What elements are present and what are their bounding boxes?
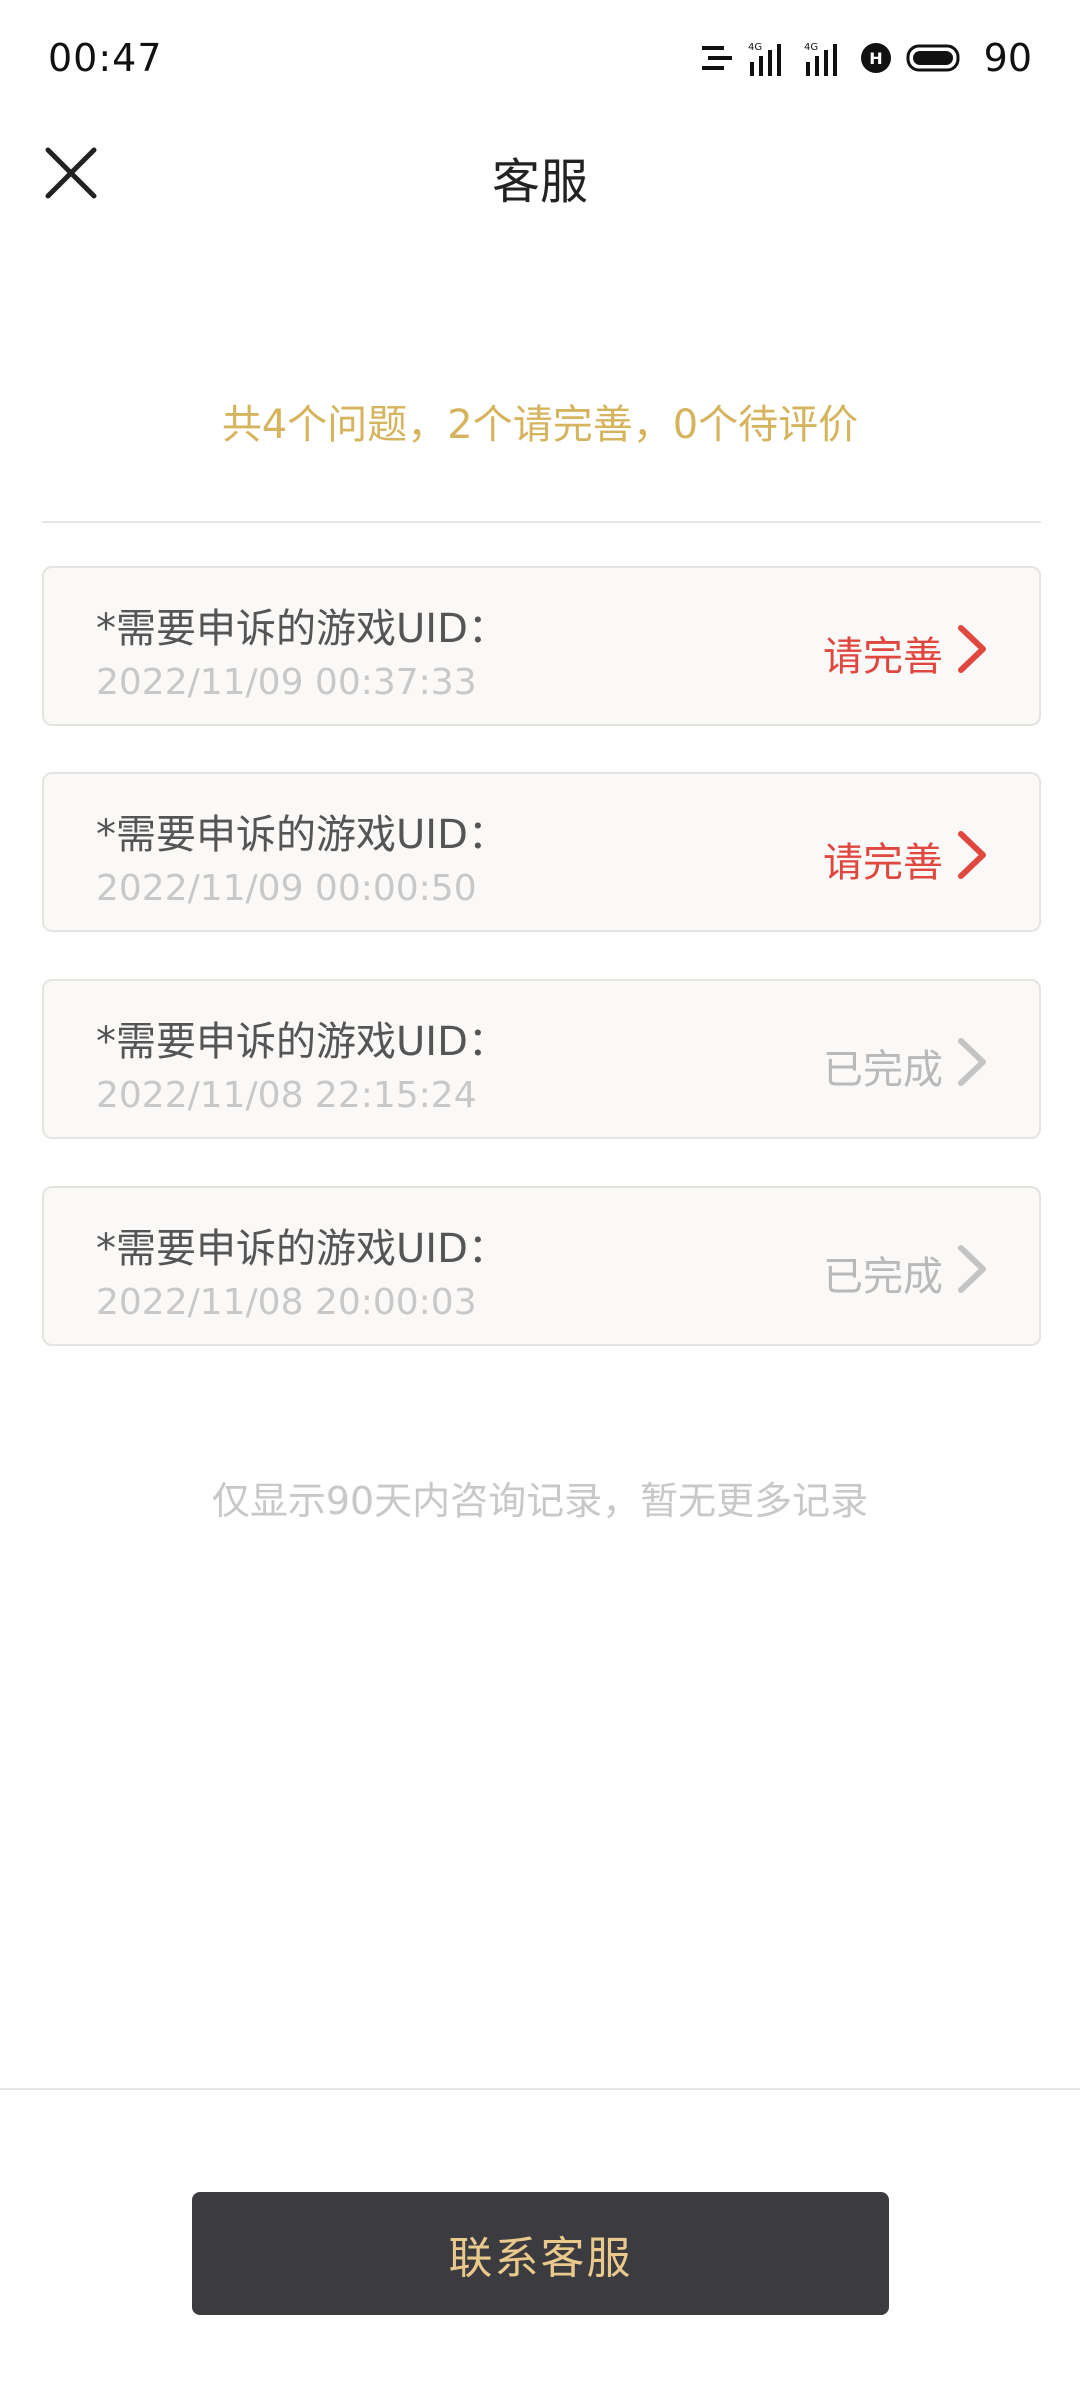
page-title: 客服: [491, 154, 588, 210]
customer-service-page: 00:47 4G 4G H 90 客服 共4个问题，2个请完善，0个待评价 *需…: [0, 0, 1080, 2400]
ticket-time: 2022/11/09 00:37:33: [96, 662, 477, 703]
ticket-time: 2022/11/08 22:15:24: [96, 1075, 477, 1116]
ticket-title: *需要申诉的游戏UID：: [96, 1019, 508, 1065]
bottom-divider: [0, 2088, 1080, 2090]
ticket-time: 2022/11/09 00:00:50: [96, 868, 477, 909]
top-nav: 客服: [0, 120, 1080, 220]
hd-icon: H: [860, 43, 891, 73]
status-bar: 00:47 4G 4G H 90: [0, 0, 1080, 120]
chevron-right-icon: [958, 1038, 986, 1086]
ticket-title: *需要申诉的游戏UID：: [96, 812, 508, 858]
divider: [42, 521, 1041, 523]
svg-text:4G: 4G: [804, 42, 818, 53]
chevron-right-icon: [958, 625, 986, 673]
battery-level: 90: [983, 36, 1032, 80]
ticket-time: 2022/11/08 20:00:03: [96, 1282, 477, 1323]
signal-4g-icon: 4G: [804, 42, 837, 76]
status-icons: 4G 4G H 90: [700, 36, 1032, 80]
ticket-status: 已完成: [823, 1254, 943, 1300]
ticket-card[interactable]: *需要申诉的游戏UID： 2022/11/08 20:00:03 已完成: [42, 1186, 1041, 1346]
ticket-card[interactable]: *需要申诉的游戏UID： 2022/11/08 22:15:24 已完成: [42, 979, 1041, 1139]
chevron-right-icon: [958, 831, 986, 879]
history-note: 仅显示90天内咨询记录，暂无更多记录: [211, 1479, 869, 1523]
svg-text:4G: 4G: [748, 42, 762, 53]
ticket-card[interactable]: *需要申诉的游戏UID： 2022/11/09 00:00:50 请完善: [42, 772, 1041, 932]
contact-support-button[interactable]: 联系客服: [192, 2192, 889, 2315]
svg-text:H: H: [869, 49, 882, 68]
ticket-status: 请完善: [823, 634, 943, 680]
ticket-status: 已完成: [823, 1047, 943, 1093]
status-time: 00:47: [48, 36, 163, 80]
ticket-status: 请完善: [823, 840, 943, 886]
ticket-title: *需要申诉的游戏UID：: [96, 606, 508, 652]
notification-lines-icon: [701, 46, 732, 70]
ticket-title: *需要申诉的游戏UID：: [96, 1226, 508, 1272]
signal-4g-icon: 4G: [748, 42, 781, 76]
battery-icon: [906, 44, 960, 72]
chevron-right-icon: [958, 1245, 986, 1293]
ticket-summary: 共4个问题，2个请完善，0个待评价: [221, 402, 859, 448]
ticket-card[interactable]: *需要申诉的游戏UID： 2022/11/09 00:37:33 请完善: [42, 566, 1041, 726]
